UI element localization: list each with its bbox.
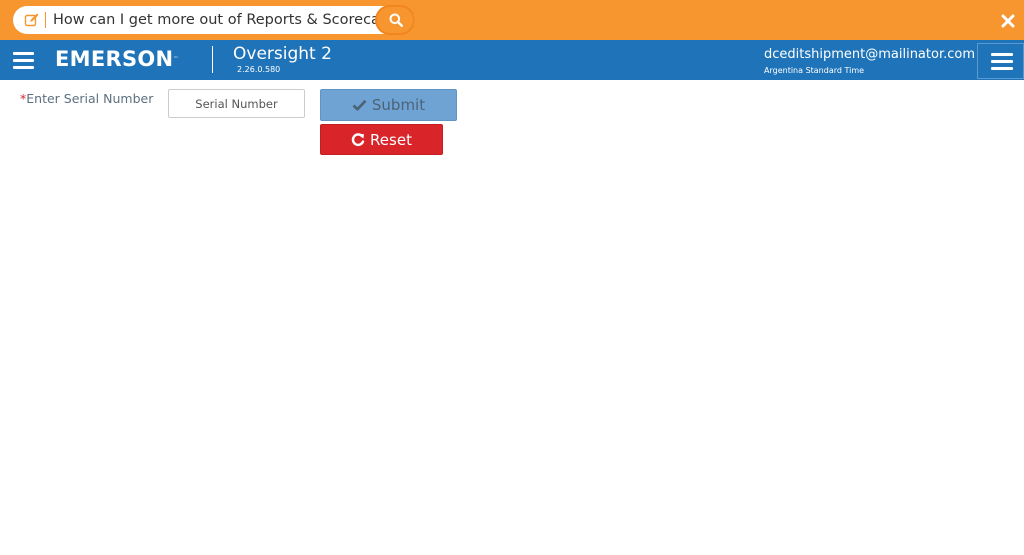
edit-icon [24,12,40,28]
serial-number-input[interactable] [168,89,305,118]
help-search-text[interactable]: How can I get more out of Reports & Scor… [53,6,410,34]
help-search-box[interactable]: How can I get more out of Reports & Scor… [13,5,415,35]
search-button[interactable] [375,5,415,35]
close-icon[interactable] [1001,13,1015,28]
app-version: 2.26.0.580 [237,65,281,74]
serial-number-label: *Enter Serial Number [20,91,153,106]
emerson-logo: EMERSON™ [55,47,179,71]
user-menu-icon [991,53,1013,70]
check-icon [352,99,367,111]
submit-label: Submit [371,96,426,114]
header-divider [212,46,213,73]
help-bar: How can I get more out of Reports & Scor… [0,0,1024,40]
user-menu-button[interactable] [977,43,1024,79]
hamburger-menu-icon[interactable] [13,52,34,69]
user-email: dceditshipment@mailinator.com [764,47,976,62]
logo-text: EMERSON [55,47,174,71]
reset-label: Reset [370,130,412,149]
app-title: Oversight 2 [233,44,332,64]
user-timezone: Argentina Standard Time [764,66,865,75]
logo-trademark: ™ [173,56,179,62]
reset-button[interactable]: Reset [320,124,443,155]
search-divider [45,12,46,28]
serial-number-label-text: Enter Serial Number [26,91,154,106]
search-icon [389,13,403,27]
submit-button[interactable]: Submit [320,89,457,121]
app-header: EMERSON™ Oversight 2 2.26.0.580 dceditsh… [0,40,1024,80]
refresh-icon [351,132,365,146]
